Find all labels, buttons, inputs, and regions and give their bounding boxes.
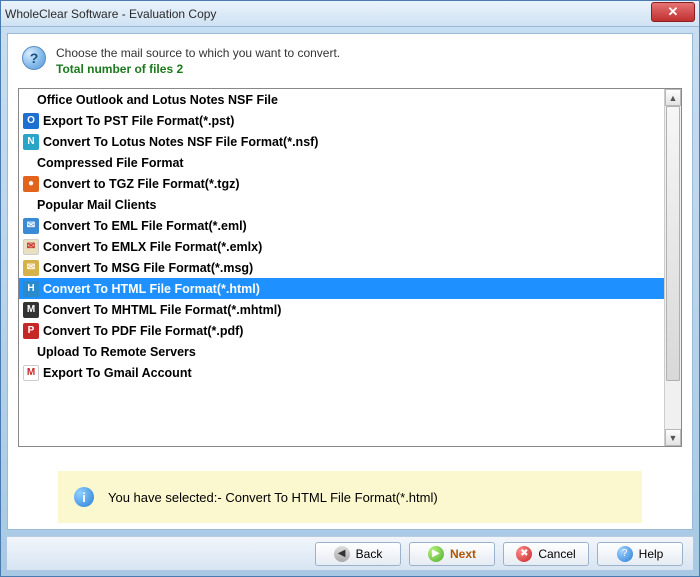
list-item[interactable]: M Convert To MHTML File Format(*.mhtml) xyxy=(19,299,664,320)
button-bar: ◀ Back ▶ Next ✖ Cancel ? Help xyxy=(7,536,693,570)
mhtml-icon: M xyxy=(23,302,39,318)
close-button[interactable]: ✕ xyxy=(651,2,695,22)
list-item[interactable]: ✉ Convert To MSG File Format(*.msg) xyxy=(19,257,664,278)
list-group-header: Upload To Remote Servers xyxy=(19,341,664,362)
app-window: WholeClear Software - Evaluation Copy ✕ … xyxy=(0,0,700,577)
list-group-header: Compressed File Format xyxy=(19,152,664,173)
back-icon: ◀ xyxy=(334,546,350,562)
scroll-thumb[interactable] xyxy=(666,106,680,381)
tgz-icon: ● xyxy=(23,176,39,192)
back-button[interactable]: ◀ Back xyxy=(315,542,401,566)
list-item[interactable]: ● Convert to TGZ File Format(*.tgz) xyxy=(19,173,664,194)
cancel-button[interactable]: ✖ Cancel xyxy=(503,542,589,566)
help-label: Help xyxy=(639,547,664,561)
html-icon: H xyxy=(23,281,39,297)
header-line1: Choose the mail source to which you want… xyxy=(56,46,340,60)
gmail-icon: M xyxy=(23,365,39,381)
info-icon: i xyxy=(74,487,94,507)
list-item-label: Convert to TGZ File Format(*.tgz) xyxy=(43,177,240,191)
page-header: ? Choose the mail source to which you wa… xyxy=(18,42,682,84)
format-list[interactable]: Office Outlook and Lotus Notes NSF FileO… xyxy=(19,89,664,446)
cancel-label: Cancel xyxy=(538,547,575,561)
list-item-label: Convert To HTML File Format(*.html) xyxy=(43,282,260,296)
list-item-label: Export To PST File Format(*.pst) xyxy=(43,114,234,128)
header-line2: Total number of files 2 xyxy=(56,62,340,76)
outlook-icon: O xyxy=(23,113,39,129)
scrollbar[interactable]: ▲ ▼ xyxy=(664,89,681,446)
notice-text: You have selected:- Convert To HTML File… xyxy=(108,490,438,505)
next-label: Next xyxy=(450,547,476,561)
question-icon: ? xyxy=(22,46,46,70)
cancel-icon: ✖ xyxy=(516,546,532,562)
help-icon: ? xyxy=(617,546,633,562)
selection-notice: i You have selected:- Convert To HTML Fi… xyxy=(58,471,642,523)
list-item-label: Convert To EML File Format(*.eml) xyxy=(43,219,247,233)
list-item[interactable]: ✉ Convert To EMLX File Format(*.emlx) xyxy=(19,236,664,257)
scroll-down-button[interactable]: ▼ xyxy=(665,429,681,446)
list-item-label: Convert To Lotus Notes NSF File Format(*… xyxy=(43,135,318,149)
list-item[interactable]: ✉ Convert To EML File Format(*.eml) xyxy=(19,215,664,236)
list-group-header: Office Outlook and Lotus Notes NSF File xyxy=(19,89,664,110)
list-group-header: Popular Mail Clients xyxy=(19,194,664,215)
eml-icon: ✉ xyxy=(23,218,39,234)
content-pane: ? Choose the mail source to which you wa… xyxy=(7,33,693,530)
scroll-up-button[interactable]: ▲ xyxy=(665,89,681,106)
list-item-label: Export To Gmail Account xyxy=(43,366,192,380)
scroll-track[interactable] xyxy=(665,106,681,429)
list-item-label: Convert To EMLX File Format(*.emlx) xyxy=(43,240,262,254)
msg-icon: ✉ xyxy=(23,260,39,276)
back-label: Back xyxy=(356,547,383,561)
title-bar: WholeClear Software - Evaluation Copy ✕ xyxy=(1,1,699,27)
window-title: WholeClear Software - Evaluation Copy xyxy=(5,7,216,21)
list-item[interactable]: M Export To Gmail Account xyxy=(19,362,664,383)
list-item[interactable]: P Convert To PDF File Format(*.pdf) xyxy=(19,320,664,341)
format-list-container: Office Outlook and Lotus Notes NSF FileO… xyxy=(18,88,682,447)
emlx-icon: ✉ xyxy=(23,239,39,255)
list-item-label: Convert To MHTML File Format(*.mhtml) xyxy=(43,303,281,317)
pdf-icon: P xyxy=(23,323,39,339)
list-item[interactable]: O Export To PST File Format(*.pst) xyxy=(19,110,664,131)
header-text: Choose the mail source to which you want… xyxy=(56,46,340,76)
list-item-label: Convert To MSG File Format(*.msg) xyxy=(43,261,253,275)
next-icon: ▶ xyxy=(428,546,444,562)
nsf-icon: N xyxy=(23,134,39,150)
list-item[interactable]: H Convert To HTML File Format(*.html) xyxy=(19,278,664,299)
list-item[interactable]: N Convert To Lotus Notes NSF File Format(… xyxy=(19,131,664,152)
next-button[interactable]: ▶ Next xyxy=(409,542,495,566)
help-button[interactable]: ? Help xyxy=(597,542,683,566)
list-item-label: Convert To PDF File Format(*.pdf) xyxy=(43,324,243,338)
